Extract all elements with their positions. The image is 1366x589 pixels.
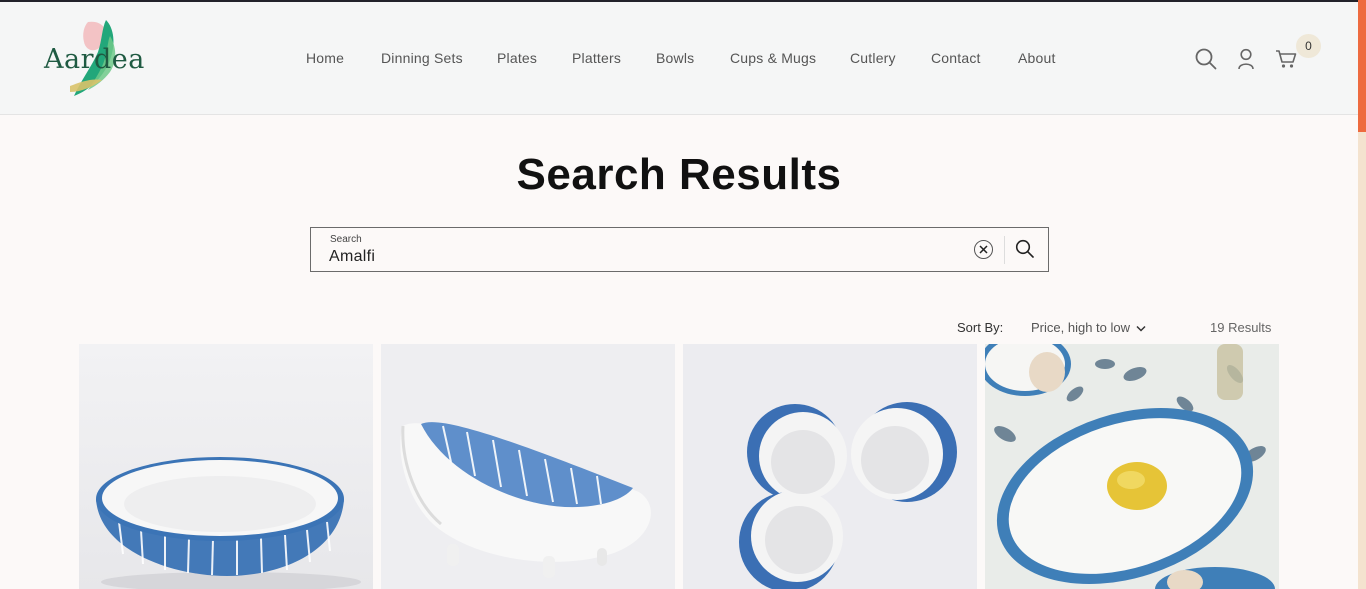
- main-nav: Home Dinning Sets Plates Platters Bowls …: [0, 50, 1358, 70]
- sort-label: Sort By:: [957, 320, 1004, 335]
- search-input[interactable]: Amalfi: [329, 248, 375, 266]
- sort-selected-value: Price, high to low: [1031, 320, 1130, 335]
- nav-contact[interactable]: Contact: [931, 50, 981, 66]
- product-image: [683, 344, 977, 589]
- product-image: [381, 344, 675, 589]
- nav-cups-mugs[interactable]: Cups & Mugs: [730, 50, 816, 66]
- results-count: 19 Results: [1210, 320, 1272, 335]
- search-icon[interactable]: [1195, 48, 1217, 75]
- product-card[interactable]: [381, 344, 675, 589]
- nav-home[interactable]: Home: [306, 50, 344, 66]
- nav-bowls[interactable]: Bowls: [656, 50, 694, 66]
- nav-about[interactable]: About: [1018, 50, 1056, 66]
- nav-cutlery[interactable]: Cutlery: [850, 50, 896, 66]
- product-card[interactable]: [683, 344, 977, 589]
- search-icon: [1015, 239, 1034, 258]
- cart-icon[interactable]: [1275, 49, 1297, 74]
- sort-dropdown[interactable]: Price, high to low: [1031, 320, 1146, 335]
- search-submit-button[interactable]: [1015, 239, 1035, 264]
- nav-dinning-sets[interactable]: Dinning Sets: [381, 50, 463, 66]
- chevron-down-icon: [1136, 326, 1146, 332]
- product-card[interactable]: [79, 344, 373, 589]
- close-icon: [979, 245, 988, 254]
- product-image: [79, 344, 373, 589]
- search-divider: [1004, 236, 1005, 264]
- nav-platters[interactable]: Platters: [572, 50, 621, 66]
- search-field-label: Search: [330, 234, 362, 245]
- product-card[interactable]: [985, 344, 1279, 589]
- user-icon[interactable]: [1237, 48, 1255, 75]
- product-image: [985, 344, 1279, 589]
- scrollbar-track[interactable]: [1358, 0, 1366, 589]
- site-header: Aardea Home Dinning Sets Plates Platters…: [0, 2, 1358, 115]
- search-field[interactable]: Search Amalfi: [310, 227, 1049, 272]
- scrollbar-thumb[interactable]: [1358, 0, 1366, 132]
- page-title: Search Results: [516, 150, 842, 199]
- clear-search-button[interactable]: [974, 240, 993, 259]
- cart-count-badge: 0: [1296, 34, 1321, 58]
- nav-plates[interactable]: Plates: [497, 50, 537, 66]
